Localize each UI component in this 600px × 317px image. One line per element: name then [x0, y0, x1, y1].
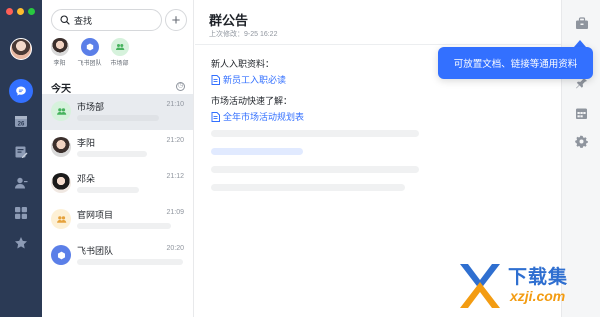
- apps-icon: [15, 207, 27, 219]
- content-placeholder: [211, 166, 419, 173]
- pinned-chat-liyang[interactable]: 李阳: [48, 38, 71, 67]
- conversation-name: 邓朵: [77, 174, 96, 184]
- team-icon: [51, 245, 71, 265]
- svg-text:26: 26: [18, 122, 25, 128]
- section-text: 市场活动快速了解：: [211, 96, 293, 106]
- conversation-time: 20:20: [166, 245, 184, 252]
- contacts-icon: [15, 177, 28, 189]
- doc-link-label: 新员工入职必读: [223, 75, 287, 85]
- document-icon: [211, 111, 220, 122]
- rail-item-contacts[interactable]: [0, 170, 42, 196]
- user-avatar: [51, 173, 71, 193]
- conversation-time: 21:10: [166, 101, 184, 108]
- tooltip: 可放置文档、链接等通用资料: [438, 47, 593, 79]
- content-placeholder: [211, 184, 405, 191]
- message-preview-placeholder: [77, 187, 139, 193]
- group-icon: [110, 38, 129, 56]
- conversation-list-panel: 查找 + 李阳 飞书团队 市场部 今天 ◷ 市场部 21:10 李阳 21:20…: [42, 0, 194, 317]
- close-window-button[interactable]: [6, 8, 13, 15]
- group-icon: [51, 101, 71, 121]
- user-avatar: [50, 38, 69, 56]
- rail-item-favorites[interactable]: [0, 230, 42, 256]
- toolbar-briefcase[interactable]: [574, 16, 589, 31]
- message-preview-placeholder: [77, 151, 147, 157]
- message-preview-placeholder: [77, 115, 159, 121]
- page-title: 群公告: [209, 13, 249, 28]
- search-icon: [60, 15, 70, 25]
- chat-icon: [9, 79, 33, 103]
- user-avatar: [51, 137, 71, 157]
- watermark-logo: 下载集 xzji.com: [454, 258, 596, 316]
- doc-link-label: 全年市场活动规划表: [223, 112, 305, 122]
- search-placeholder: 查找: [74, 15, 93, 26]
- briefcase-icon: [575, 17, 588, 29]
- pinned-label: 李阳: [53, 61, 66, 67]
- rail-item-chat[interactable]: [0, 78, 42, 104]
- left-nav-rail: 26: [0, 0, 42, 317]
- list-item[interactable]: 邓朵 21:12: [42, 166, 193, 202]
- last-modified: 上次修改：9-25 16:22: [209, 31, 278, 38]
- divider: [195, 44, 561, 45]
- user-avatar[interactable]: [10, 38, 32, 60]
- toolbar-calendar[interactable]: [574, 106, 589, 121]
- list-item[interactable]: 市场部 21:10: [42, 94, 193, 130]
- conversation-time: 21:20: [166, 137, 184, 144]
- section-text: 新人入职资料：: [211, 59, 275, 69]
- toolbar-settings[interactable]: [574, 134, 589, 149]
- section-title-today: 今天: [51, 84, 71, 95]
- minimize-window-button[interactable]: [17, 8, 24, 15]
- maximize-window-button[interactable]: [28, 8, 35, 15]
- search-input[interactable]: 查找: [51, 9, 162, 31]
- watermark-title: 下载集: [508, 267, 569, 288]
- conversation-time: 21:09: [166, 209, 184, 216]
- doc-link-onboarding[interactable]: 新员工入职必读: [211, 73, 286, 86]
- conversation-name: 市场部: [77, 102, 105, 112]
- rail-item-docs[interactable]: [0, 139, 42, 165]
- message-preview-placeholder: [77, 259, 183, 265]
- list-item[interactable]: 官网项目 21:09: [42, 202, 193, 238]
- pinned-chats: 李阳 飞书团队 市场部: [48, 38, 131, 67]
- calendar-grid-icon: [576, 108, 587, 119]
- tooltip-arrow: [574, 40, 586, 47]
- content-placeholder: [211, 130, 419, 137]
- conversation-name: 李阳: [77, 138, 96, 148]
- rail-item-calendar[interactable]: 26: [0, 108, 42, 134]
- conversation-time: 21:12: [166, 173, 184, 180]
- list-item[interactable]: 李阳 21:20: [42, 130, 193, 166]
- conversation-name: 官网项目: [77, 210, 114, 220]
- message-preview-placeholder: [77, 223, 171, 229]
- group-icon: [51, 209, 71, 229]
- settings-icon: [575, 135, 588, 148]
- conversation-name: 飞书团队: [77, 246, 114, 256]
- pinned-chat-feishu-team[interactable]: 飞书团队: [77, 38, 102, 67]
- window-controls: [6, 8, 35, 15]
- plus-icon: +: [171, 11, 181, 29]
- document-icon: [211, 74, 220, 85]
- doc-link-plan[interactable]: 全年市场活动规划表: [211, 110, 304, 123]
- watermark-url: xzji.com: [510, 288, 566, 304]
- content-placeholder: [211, 148, 303, 155]
- pinned-chat-market[interactable]: 市场部: [108, 38, 131, 67]
- team-icon: [80, 38, 99, 56]
- pinned-label: 飞书团队: [77, 61, 102, 67]
- download-logo-icon: [460, 264, 500, 308]
- list-item[interactable]: 飞书团队 20:20: [42, 238, 193, 274]
- star-icon: [15, 237, 27, 249]
- pinned-label: 市场部: [110, 61, 129, 67]
- clock-icon[interactable]: ◷: [176, 82, 185, 91]
- calendar-icon: 26: [15, 116, 27, 128]
- rail-item-apps[interactable]: [0, 200, 42, 226]
- edit-doc-icon: [15, 146, 28, 158]
- add-button[interactable]: +: [165, 9, 187, 31]
